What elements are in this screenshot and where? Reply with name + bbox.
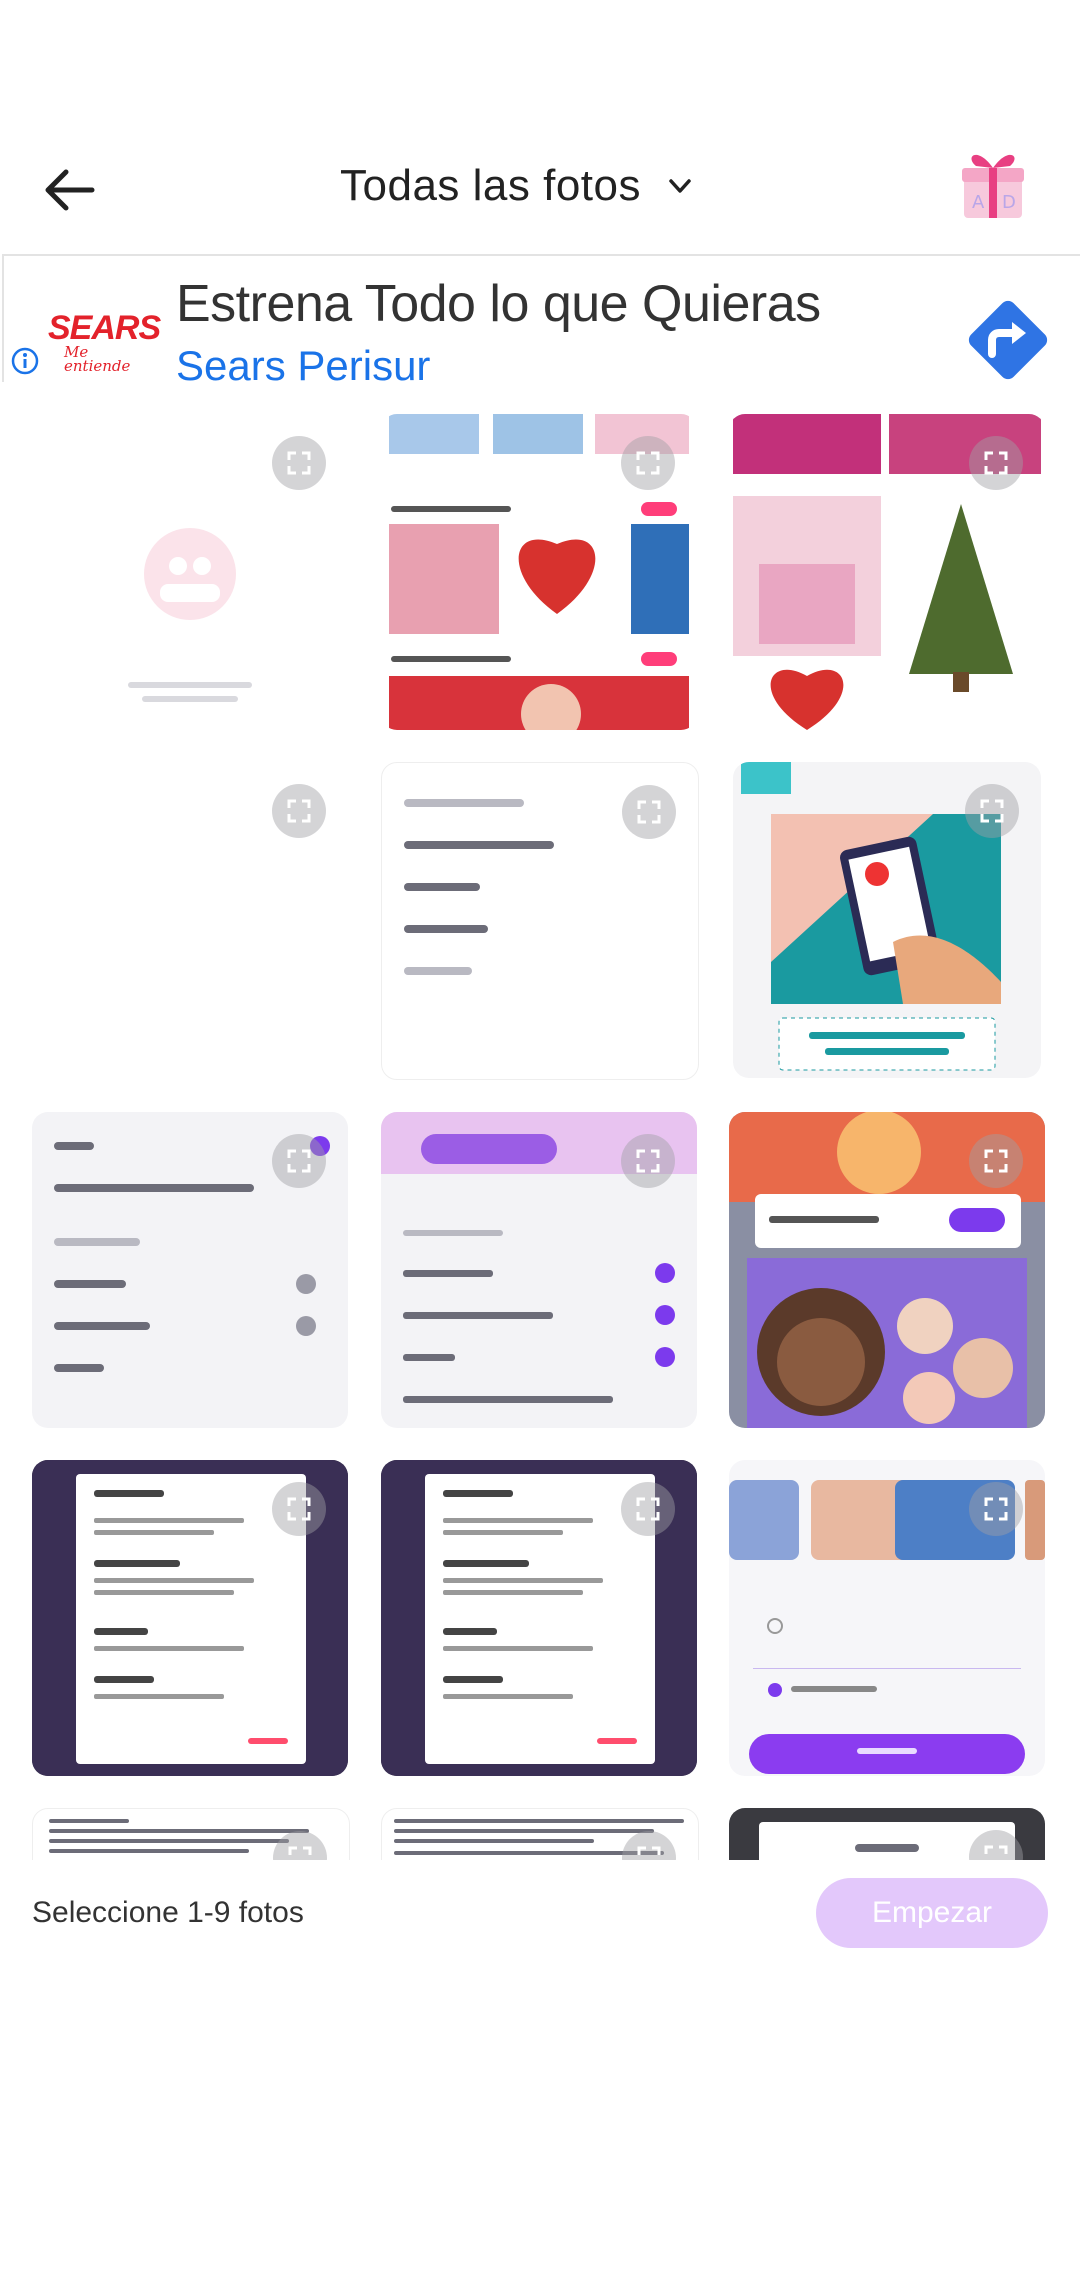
info-icon[interactable]: [10, 346, 40, 376]
photo-thumbnail[interactable]: [381, 762, 699, 1080]
photo-thumbnail[interactable]: [729, 1112, 1045, 1428]
photo-grid: [0, 414, 1080, 1860]
expand-icon[interactable]: [272, 1482, 326, 1536]
photo-thumbnail[interactable]: [381, 1808, 699, 1860]
photo-thumbnail[interactable]: [729, 414, 1045, 730]
text-line: [394, 1829, 654, 1833]
ad-subline[interactable]: Sears Perisur: [176, 342, 430, 382]
svg-text:D: D: [1002, 192, 1016, 213]
gift-box-icon[interactable]: A D: [958, 146, 1028, 222]
text-line: [404, 841, 554, 849]
album-dropdown[interactable]: Todas las fotos: [340, 154, 695, 218]
text-line: [49, 1849, 249, 1853]
photo-thumbnail[interactable]: [32, 762, 348, 1078]
toggle-off: [296, 1316, 316, 1336]
back-arrow-icon[interactable]: [40, 160, 100, 220]
expand-icon[interactable]: [272, 436, 326, 490]
text-line: [49, 1839, 289, 1843]
sears-logo: SEARS Me entiende: [48, 309, 161, 375]
expand-icon[interactable]: [969, 1134, 1023, 1188]
text-line: [49, 1819, 129, 1823]
expand-icon[interactable]: [621, 1134, 675, 1188]
photo-thumbnail[interactable]: [381, 414, 697, 730]
text-line: [404, 799, 524, 807]
photo-thumbnail[interactable]: [729, 1460, 1045, 1776]
photo-thumbnail[interactable]: [381, 1112, 697, 1428]
ad-headline[interactable]: Estrena Todo lo que Quieras: [176, 274, 821, 334]
expand-icon[interactable]: [621, 436, 675, 490]
expand-icon[interactable]: [622, 785, 676, 839]
svg-text:A: A: [972, 192, 985, 213]
expand-icon[interactable]: [965, 784, 1019, 838]
expand-icon[interactable]: [622, 1831, 676, 1860]
text-line: [54, 1142, 94, 1150]
turn-right-arrow-icon[interactable]: [960, 292, 1056, 382]
photo-thumbnail[interactable]: [32, 414, 348, 730]
text-line: [404, 883, 480, 891]
text-line: [49, 1829, 309, 1833]
photo-thumbnail[interactable]: [32, 1808, 350, 1860]
text-line: [54, 1184, 254, 1192]
text-line: [404, 925, 488, 933]
ad-banner[interactable]: SEARS Me entiende Estrena Todo lo que Qu…: [2, 254, 1080, 382]
photo-thumbnail[interactable]: [729, 1808, 1045, 1860]
text-line: [404, 967, 472, 975]
photo-thumbnail[interactable]: [733, 762, 1041, 1078]
text-line: [855, 1844, 919, 1852]
text-line: [394, 1819, 684, 1823]
expand-icon[interactable]: [969, 1482, 1023, 1536]
expand-icon[interactable]: [969, 436, 1023, 490]
text-line: [54, 1280, 126, 1288]
top-bar: Todas las fotos A D: [0, 120, 1080, 250]
chevron-down-icon: [669, 179, 691, 193]
page-title: Todas las fotos: [340, 161, 641, 210]
expand-icon[interactable]: [272, 1134, 326, 1188]
text-line: [54, 1364, 104, 1372]
photo-thumbnail[interactable]: [32, 1460, 348, 1776]
selection-hint: Seleccione 1-9 fotos: [32, 1896, 304, 1929]
expand-icon[interactable]: [273, 1831, 327, 1860]
text-line: [394, 1839, 594, 1843]
toggle-off: [296, 1274, 316, 1294]
text-line: [54, 1238, 140, 1246]
selection-bar: Seleccione 1-9 fotos Empezar: [0, 1860, 1080, 1970]
text-line: [54, 1322, 150, 1330]
photo-thumbnail[interactable]: [32, 1112, 348, 1428]
photo-thumbnail[interactable]: [381, 1460, 697, 1776]
expand-icon[interactable]: [621, 1482, 675, 1536]
expand-icon[interactable]: [272, 784, 326, 838]
start-button[interactable]: Empezar: [816, 1878, 1048, 1948]
